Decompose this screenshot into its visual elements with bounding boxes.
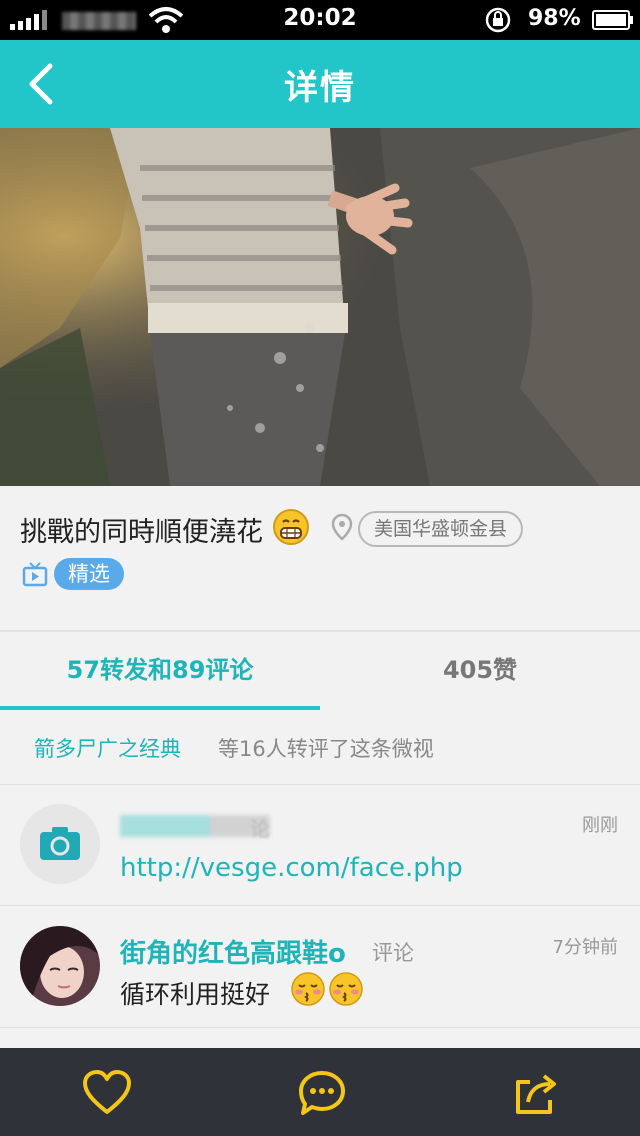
rotation-lock-icon bbox=[485, 7, 511, 33]
comment-username-blurred bbox=[120, 815, 270, 837]
comment-item: 论 刚刚 http://vesge.com/face.php bbox=[0, 785, 640, 906]
user-photo bbox=[20, 926, 100, 1006]
battery-icon bbox=[592, 10, 633, 30]
comment-item: 街角的红色高跟鞋o 评论 7分钟前 循环利用挺好 bbox=[0, 907, 640, 1028]
post-title: 挑戰的同時順便澆花 bbox=[20, 517, 263, 548]
kiss-face-icon bbox=[329, 972, 363, 1006]
comment-link[interactable]: http://vesge.com/face.php bbox=[120, 853, 463, 883]
reposters-summary: 箭多尸广之经典 等16人转评了这条微视 bbox=[0, 710, 640, 785]
video-player[interactable] bbox=[0, 128, 640, 486]
tv-icon bbox=[22, 562, 48, 587]
comment-username[interactable]: 街角的红色高跟鞋o bbox=[120, 933, 346, 970]
camera-icon bbox=[40, 827, 80, 860]
comment-icon[interactable] bbox=[297, 1070, 347, 1116]
reposter-names-link[interactable]: 箭多尸广之经典 bbox=[34, 733, 181, 763]
tab-reposts-comments[interactable]: 57转发和89评论 bbox=[0, 632, 320, 710]
tab-bar: 57转发和89评论 405赞 bbox=[0, 630, 640, 712]
avatar[interactable] bbox=[20, 804, 100, 884]
navigation-bar: 详情 bbox=[0, 40, 640, 128]
tab-likes[interactable]: 405赞 bbox=[320, 632, 640, 710]
comment-text: 循环利用挺好 bbox=[120, 980, 271, 1009]
comment-time: 刚刚 bbox=[582, 815, 618, 836]
avatar[interactable] bbox=[20, 926, 100, 1006]
comment-action: 评论 bbox=[372, 941, 414, 965]
grinning-face-icon bbox=[273, 509, 309, 545]
comment-time: 7分钟前 bbox=[552, 937, 618, 958]
reposters-text: 等16人转评了这条微视 bbox=[218, 737, 434, 761]
bottom-toolbar bbox=[0, 1048, 640, 1136]
location-tag[interactable]: 美国华盛顿金县 bbox=[358, 511, 524, 547]
status-bar: 20:02 98% bbox=[0, 0, 640, 40]
comment-action: 论 bbox=[250, 817, 270, 841]
battery-percentage: 98% bbox=[528, 6, 581, 31]
location-pin-icon bbox=[331, 513, 353, 541]
heart-icon[interactable] bbox=[82, 1070, 132, 1116]
share-icon[interactable] bbox=[512, 1070, 562, 1116]
featured-badge[interactable]: 精选 bbox=[54, 558, 124, 590]
kiss-face-icon bbox=[291, 972, 325, 1006]
page-title: 详情 bbox=[284, 68, 356, 108]
video-frame bbox=[0, 128, 640, 486]
